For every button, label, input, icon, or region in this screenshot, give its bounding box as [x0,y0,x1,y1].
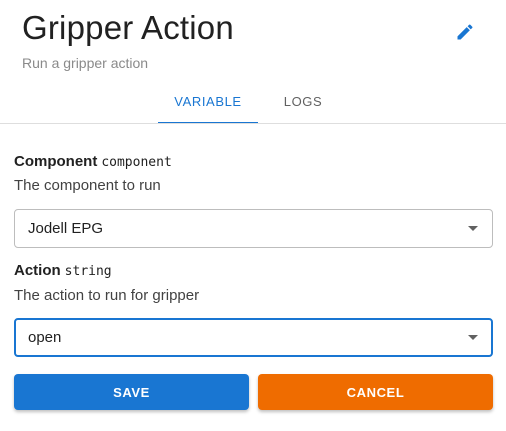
component-label-text: Component [14,153,98,170]
component-field-description: The component to run [14,177,161,194]
component-type-text: component [101,155,172,170]
dialog-header: Gripper Action Run a gripper action VARI… [0,0,506,124]
action-type-text: string [64,264,112,279]
edit-button[interactable] [452,19,478,45]
tab-bar: VARIABLE LOGS [158,80,348,124]
dialog-title: Gripper Action [22,9,234,46]
action-field-description: The action to run for gripper [14,287,200,304]
action-field-label: Action string [14,262,112,279]
action-select[interactable]: open [14,318,493,357]
component-select[interactable]: Jodell EPG [14,209,493,248]
component-field-label: Component component [14,153,172,170]
tab-variable[interactable]: VARIABLE [158,80,258,124]
gripper-action-dialog: Gripper Action Run a gripper action VARI… [0,0,506,431]
pencil-icon [457,24,473,40]
dropdown-arrow-icon [468,335,478,340]
cancel-button[interactable]: CANCEL [258,374,493,410]
save-button[interactable]: SAVE [14,374,249,410]
dropdown-arrow-icon [468,226,478,231]
dialog-subtitle: Run a gripper action [22,55,149,71]
tab-logs[interactable]: LOGS [258,80,348,124]
action-label-text: Action [14,262,61,279]
header-divider [0,123,506,124]
action-select-value: open [28,329,62,346]
component-select-value: Jodell EPG [28,220,104,237]
